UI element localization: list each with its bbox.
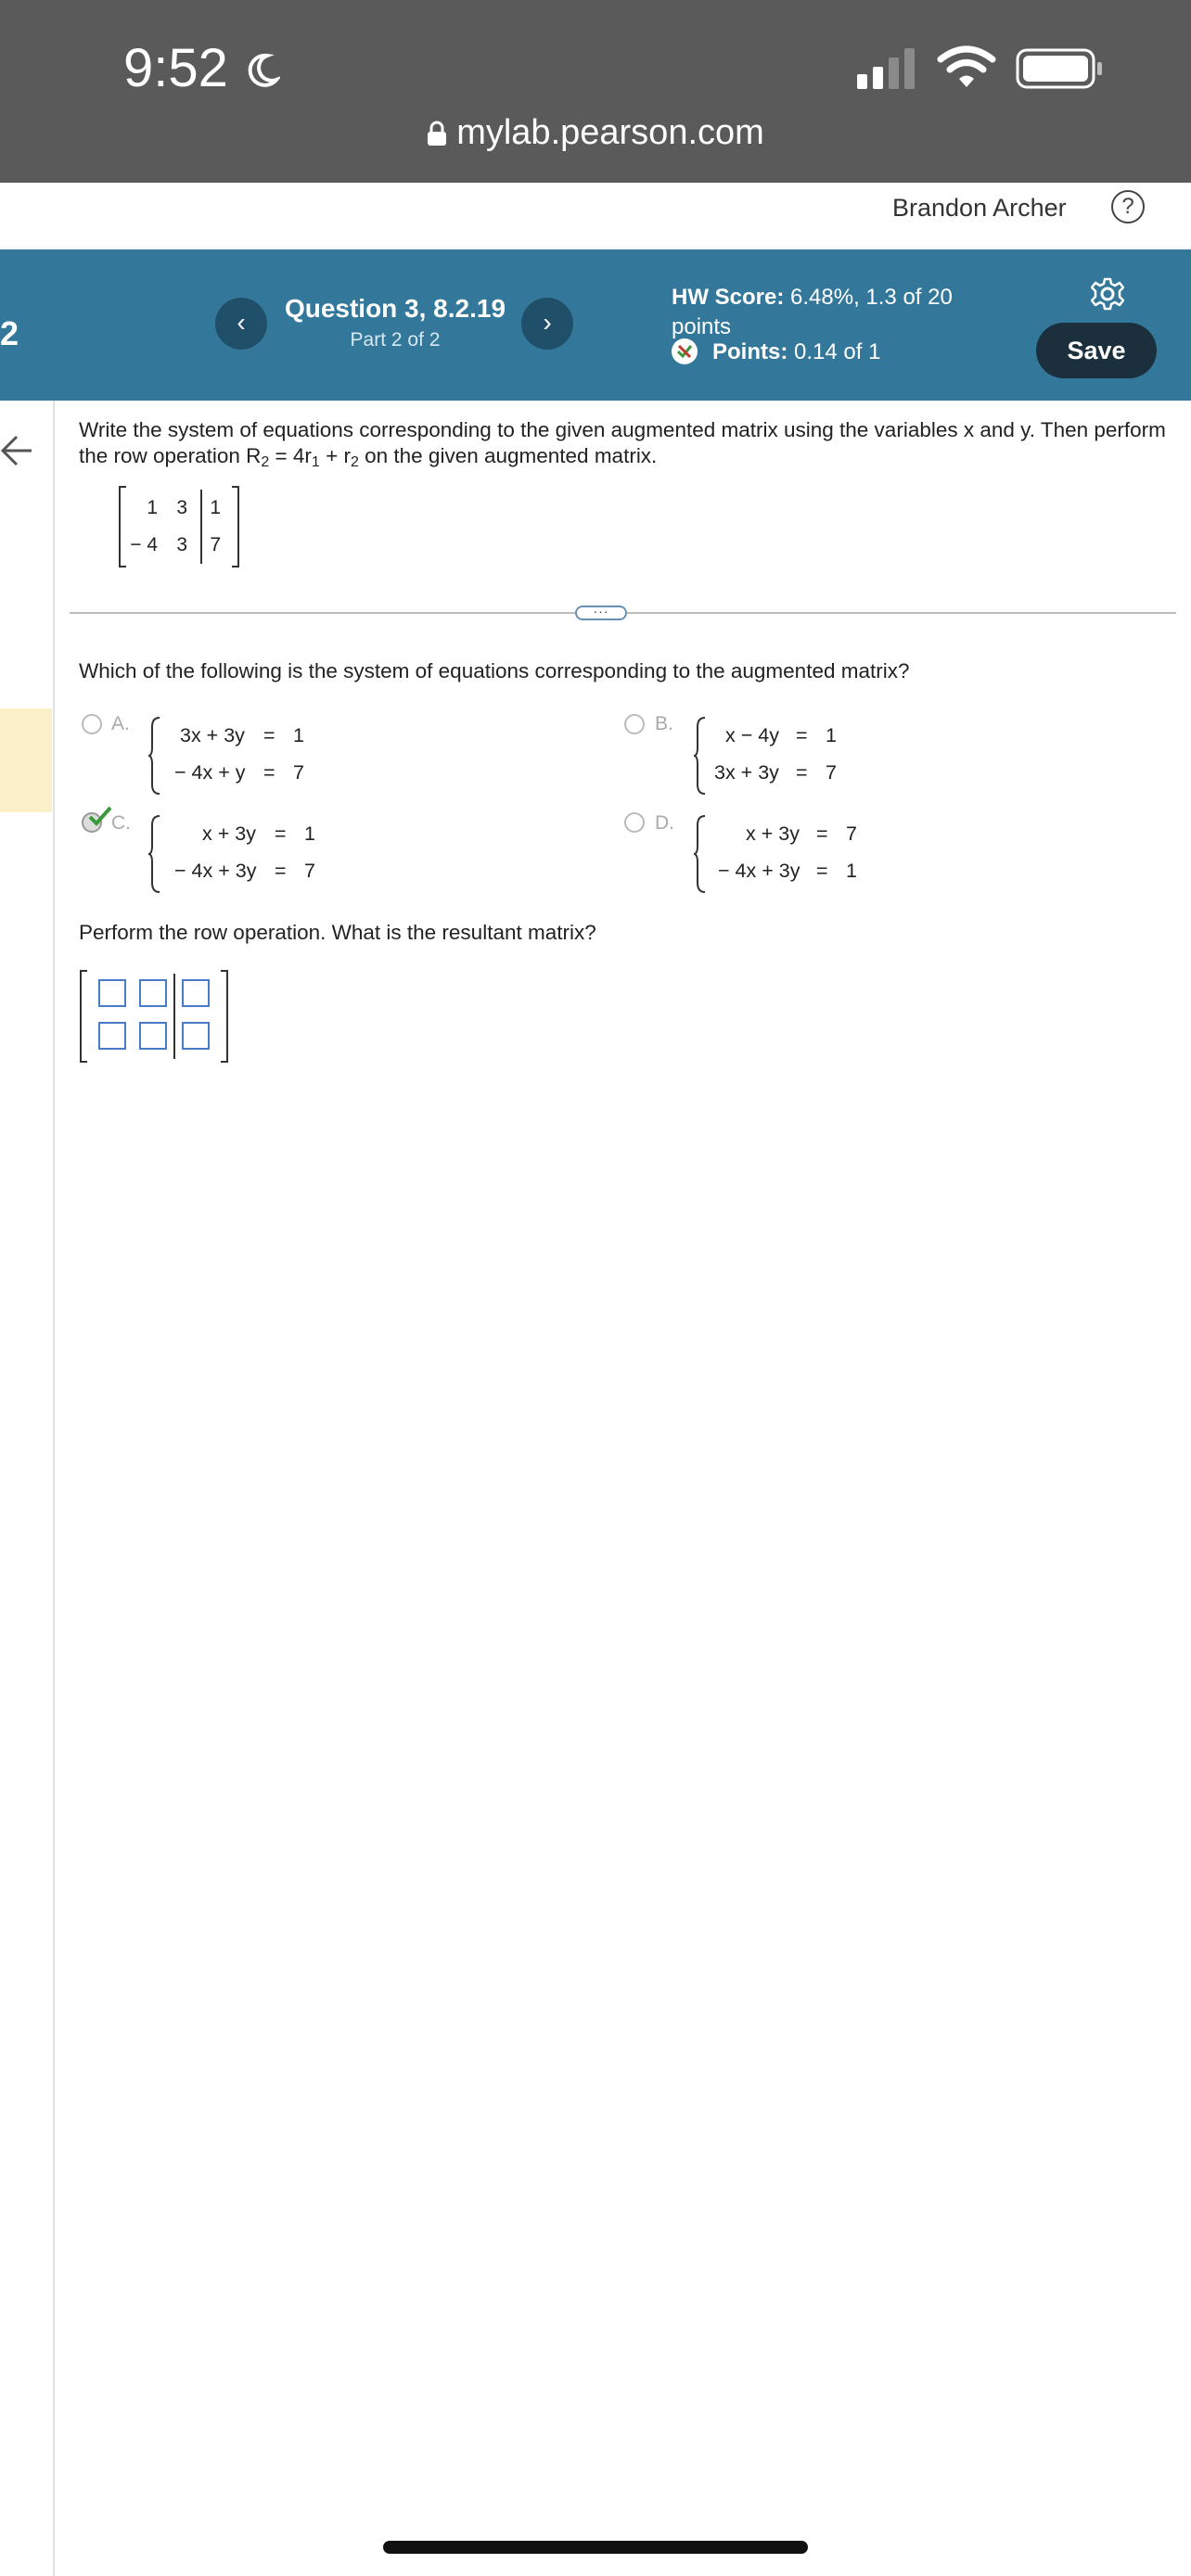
option-b-rhs1: 1 [826,724,837,746]
points: Points: 0.14 of 1 [672,338,880,365]
matrix-cell: 7 [210,534,221,555]
option-d-eq-sign: = [816,860,828,882]
instruction-sub: 1 [311,454,320,470]
option-d-radio[interactable] [624,812,645,833]
lock-icon [428,121,447,146]
option-c-label[interactable]: C. [111,812,131,835]
option-d-rhs2: 1 [846,860,857,882]
home-indicator[interactable] [383,2541,808,2554]
help-icon[interactable]: ? [1111,190,1145,223]
hw-score-label: HW Score: [672,285,785,310]
option-d-eq-sign: = [816,823,828,845]
matrix-cell: 3 [176,534,187,555]
answer-input-r1c3[interactable] [182,979,210,1007]
option-b-brace [694,717,706,795]
option-a-rhs1: 1 [293,724,304,746]
option-a-rhs2: 7 [293,761,304,784]
url-text: mylab.pearson.com [456,113,764,152]
answer-input-r1c1[interactable] [98,979,126,1007]
next-question-button[interactable]: › [521,298,573,350]
points-label: Points: [712,339,788,364]
option-d-label[interactable]: D. [655,812,674,835]
question-part: Part 2 of 2 [350,329,441,351]
correct-check-icon [88,806,112,826]
left-rail [53,401,55,2576]
option-b-eq2: 3x + 3y [714,761,779,784]
option-d-eq2: − 4x + 3y [718,860,800,882]
instruction-text: the row operation R [79,444,262,467]
instruction-sub: 2 [350,454,359,470]
option-b-rhs2: 7 [826,761,837,784]
option-b-eq-sign: = [796,724,808,746]
problem-instruction: Write the system of equations correspond… [79,417,1173,476]
option-a-radio[interactable] [82,714,102,734]
matrix-cell: − 4 [130,534,158,555]
instruction-sub: 2 [261,454,270,470]
instruction-text: = 4r [269,444,312,467]
question-header: 2 ‹ Question 3, 8.2.19 Part 2 of 2 › HW … [0,249,1191,401]
answer-input-r2c3[interactable] [182,1022,210,1050]
augment-bar [173,974,175,1059]
option-c-eq1: x + 3y [202,823,256,845]
answer-input-r2c1[interactable] [98,1022,126,1050]
given-augmented-matrix: 1 3 1 − 4 3 7 [119,486,239,567]
matrix-cell: 1 [210,497,221,518]
status-bar: 9:52 mylab.pearson.com [0,0,1191,183]
option-a-eq2: − 4x + y [174,761,246,784]
moon-icon [248,53,280,87]
option-c-rhs1: 1 [304,823,315,845]
previous-question-button[interactable]: ‹ [215,298,267,350]
option-c-eq-sign: = [275,823,287,845]
back-arrow-icon[interactable] [0,432,33,469]
option-c-brace [148,815,160,893]
option-b-eq1: x − 4y [725,724,779,746]
answer-input-r2c2[interactable] [139,1022,167,1050]
battery-icon [1016,48,1102,89]
instruction-text: on the given augmented matrix. [358,444,658,467]
question-title[interactable]: Question 3, 8.2.19 [278,294,512,324]
user-row: Brandon Archer [0,183,1191,249]
status-time: 9:52 [123,38,228,98]
option-d-brace [694,815,706,893]
option-d-rhs1: 7 [846,823,857,845]
partial-credit-icon [672,338,698,364]
answer-matrix [80,970,228,1063]
option-a-eq-sign: = [263,761,275,784]
gear-icon[interactable] [1091,277,1124,311]
current-part-marker [0,708,52,812]
option-a-eq1: 3x + 3y [180,724,245,746]
save-button[interactable]: Save [1036,323,1157,378]
instruction-text: + r [319,444,351,467]
option-a-brace [148,717,160,795]
expand-handle[interactable]: ··· [575,605,627,620]
matrix-cell: 3 [176,497,187,518]
option-c-eq-sign: = [275,860,287,882]
hw-score-value: 6.48%, 1.3 of 20 [790,285,953,310]
instruction-line-1: Write the system of equations correspond… [79,418,1166,441]
url-bar[interactable]: mylab.pearson.com [0,113,1191,153]
option-a-label[interactable]: A. [111,713,130,735]
option-b-label[interactable]: B. [655,713,673,735]
option-b-eq-sign: = [796,761,808,784]
answer-input-r1c2[interactable] [139,979,167,1007]
question-number-fragment: 2 [0,314,19,352]
option-b-radio[interactable] [624,714,645,734]
user-name[interactable]: Brandon Archer [892,194,1067,223]
matrix-cell: 1 [147,497,158,518]
points-value: 0.14 of 1 [794,339,881,364]
question-1-prompt: Which of the following is the system of … [79,659,910,682]
option-d-eq1: x + 3y [746,823,800,845]
question-2-prompt: Perform the row operation. What is the r… [79,921,596,944]
option-c-rhs2: 7 [304,860,315,882]
option-c-eq2: − 4x + 3y [174,860,257,882]
signal-icon [857,48,915,89]
wifi-icon [937,45,996,87]
augment-bar [200,490,202,564]
hw-score: HW Score: 6.48%, 1.3 of 20 points [672,283,978,342]
option-a-eq-sign: = [263,724,275,746]
hw-score-value-cont: points [672,314,732,339]
